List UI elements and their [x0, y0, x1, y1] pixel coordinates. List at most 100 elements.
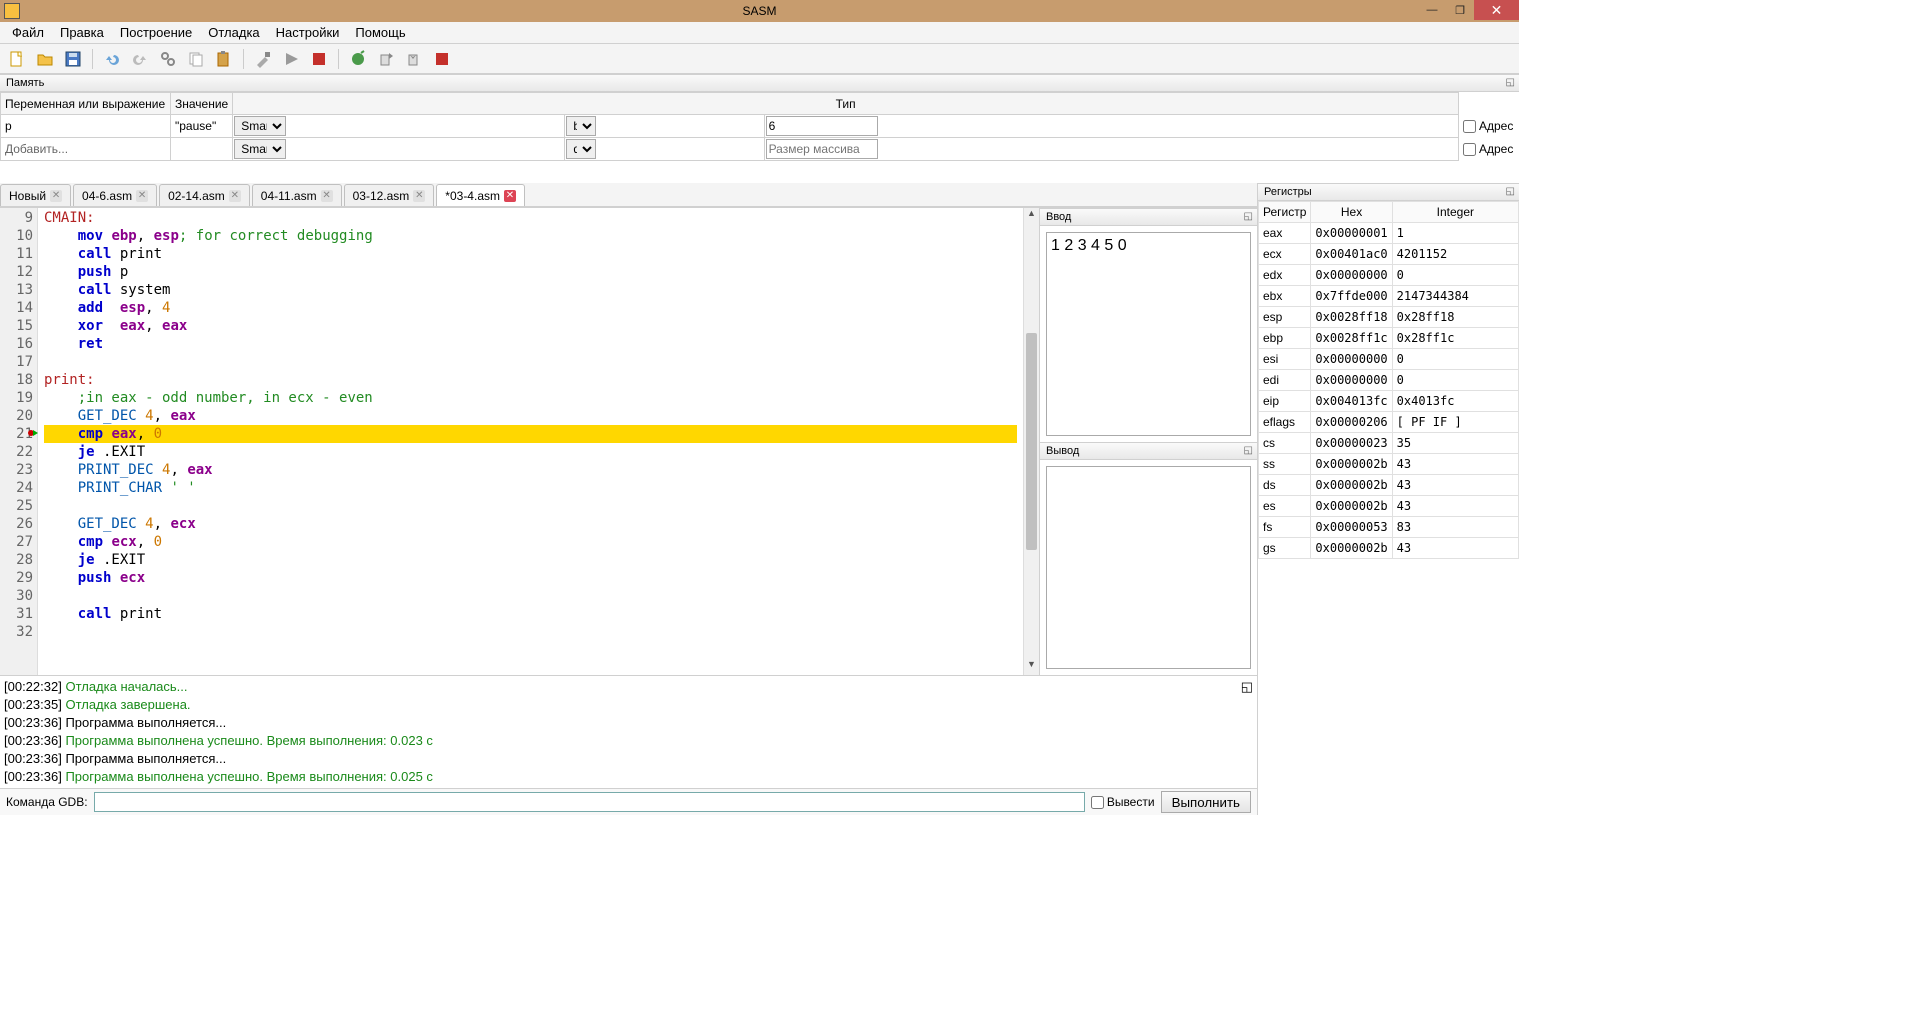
- register-row: esi0x000000000: [1259, 349, 1519, 370]
- register-row: ss0x0000002b43: [1259, 454, 1519, 475]
- mem-num-input[interactable]: [766, 116, 878, 136]
- menu-Настройки[interactable]: Настройки: [268, 23, 348, 42]
- float-icon[interactable]: ◱: [1506, 77, 1515, 88]
- reg-col-int: Integer: [1392, 202, 1518, 223]
- redo-icon[interactable]: [129, 48, 151, 70]
- register-row: edx0x000000000: [1259, 265, 1519, 286]
- float-icon[interactable]: ◱: [1241, 678, 1253, 696]
- register-row: ebp0x0028ff1c0x28ff1c: [1259, 328, 1519, 349]
- mem-smart-select[interactable]: Smart: [234, 116, 286, 136]
- register-row: es0x0000002b43: [1259, 496, 1519, 517]
- tab-04-11.asm[interactable]: 04-11.asm✕: [252, 184, 342, 206]
- build-icon[interactable]: [252, 48, 274, 70]
- register-row: ebx0x7ffde0002147344384: [1259, 286, 1519, 307]
- window-title: SASM: [742, 4, 776, 18]
- run-icon[interactable]: [280, 48, 302, 70]
- log-panel[interactable]: ◱ [00:22:32] Отладка началась...[00:23:3…: [0, 675, 1257, 789]
- line-gutter: 9101112131415161718192021222324252627282…: [0, 208, 38, 675]
- menu-Построение[interactable]: Построение: [112, 23, 200, 42]
- float-icon[interactable]: ◱: [1244, 445, 1253, 456]
- copy-icon[interactable]: [185, 48, 207, 70]
- mem-size-select-2[interactable]: d: [566, 139, 596, 159]
- mem-size-select[interactable]: b: [566, 116, 596, 136]
- breakpoint-marker-icon[interactable]: [28, 425, 38, 435]
- gdb-exec-button[interactable]: Выполнить: [1161, 791, 1251, 813]
- new-file-icon[interactable]: [6, 48, 28, 70]
- vertical-scrollbar[interactable]: ▲ ▼: [1023, 208, 1039, 675]
- editor-tabs: Новый✕04-6.asm✕02-14.asm✕04-11.asm✕03-12…: [0, 183, 1257, 207]
- menu-Помощь[interactable]: Помощь: [347, 23, 413, 42]
- float-icon[interactable]: ◱: [1244, 211, 1253, 222]
- memory-table: Переменная или выражение Значение Тип p …: [0, 92, 1519, 161]
- register-row: eflags0x00000206[ PF IF ]: [1259, 412, 1519, 433]
- input-panel-header: Ввод ◱: [1040, 208, 1257, 226]
- tab-02-14.asm[interactable]: 02-14.asm✕: [159, 184, 250, 206]
- tab-close-icon[interactable]: ✕: [504, 190, 516, 202]
- mem-smart-select-2[interactable]: Smart: [234, 139, 286, 159]
- register-row: eax0x000000011: [1259, 223, 1519, 244]
- toolbar: [0, 44, 1519, 74]
- step-over-icon[interactable]: [375, 48, 397, 70]
- mem-addr-checkbox[interactable]: [1463, 120, 1476, 133]
- mem-var-cell[interactable]: p: [1, 115, 171, 138]
- mem-col-type: Тип: [233, 93, 1459, 115]
- menu-bar: ФайлПравкаПостроениеОтладкаНастройкиПомо…: [0, 22, 1519, 44]
- settings-icon[interactable]: [157, 48, 179, 70]
- minimize-button[interactable]: —: [1418, 0, 1446, 20]
- output-title: Вывод: [1046, 445, 1079, 457]
- memory-panel-header: Память ◱: [0, 74, 1519, 92]
- gdb-bar: Команда GDB: Вывести Выполнить: [0, 789, 1257, 815]
- registers-panel-header: Регистры ◱: [1258, 183, 1519, 201]
- tab-Новый[interactable]: Новый✕: [0, 184, 71, 206]
- log-line: [00:23:36] Программа выполнена успешно. …: [4, 768, 1253, 786]
- tab-03-12.asm[interactable]: 03-12.asm✕: [344, 184, 435, 206]
- mem-add-cell[interactable]: Добавить...: [1, 138, 171, 161]
- debug-icon[interactable]: [347, 48, 369, 70]
- mem-addr-checkbox-2[interactable]: [1463, 143, 1476, 156]
- log-line: [00:23:36] Программа выполняется...: [4, 750, 1253, 768]
- tab-04-6.asm[interactable]: 04-6.asm✕: [73, 184, 157, 206]
- close-button[interactable]: ✕: [1474, 0, 1519, 20]
- code-editor[interactable]: 9101112131415161718192021222324252627282…: [0, 208, 1039, 675]
- step-into-icon[interactable]: [403, 48, 425, 70]
- register-row: ds0x0000002b43: [1259, 475, 1519, 496]
- menu-Отладка[interactable]: Отладка: [200, 23, 267, 42]
- output-panel-header: Вывод ◱: [1040, 442, 1257, 460]
- menu-Файл[interactable]: Файл: [4, 23, 52, 42]
- open-file-icon[interactable]: [34, 48, 56, 70]
- reg-col-reg: Регистр: [1259, 202, 1311, 223]
- tab-close-icon[interactable]: ✕: [321, 190, 333, 202]
- gdb-print-checkbox[interactable]: [1091, 796, 1104, 809]
- mem-placeholder-input[interactable]: [766, 139, 878, 159]
- input-title: Ввод: [1046, 211, 1071, 223]
- gdb-label: Команда GDB:: [6, 795, 88, 809]
- input-textarea[interactable]: 1 2 3 4 5 0: [1046, 232, 1251, 436]
- title-bar: SASM — ❐ ✕: [0, 0, 1519, 22]
- stop-debug-icon[interactable]: [431, 48, 453, 70]
- paste-icon[interactable]: [213, 48, 235, 70]
- reg-col-hex: Hex: [1311, 202, 1392, 223]
- register-row: cs0x0000002335: [1259, 433, 1519, 454]
- tab-close-icon[interactable]: ✕: [50, 190, 62, 202]
- gdb-input[interactable]: [94, 792, 1085, 812]
- code-area[interactable]: CMAIN: mov ebp, esp; for correct debuggi…: [38, 208, 1023, 675]
- tab-close-icon[interactable]: ✕: [413, 190, 425, 202]
- log-line: [00:23:36] Программа выполнена успешно. …: [4, 732, 1253, 750]
- register-row: eip0x004013fc0x4013fc: [1259, 391, 1519, 412]
- mem-col-val: Значение: [171, 93, 233, 115]
- mem-val-cell: "pause": [171, 115, 233, 138]
- register-row: gs0x0000002b43: [1259, 538, 1519, 559]
- tab-close-icon[interactable]: ✕: [229, 190, 241, 202]
- menu-Правка[interactable]: Правка: [52, 23, 112, 42]
- float-icon[interactable]: ◱: [1506, 186, 1515, 197]
- undo-icon[interactable]: [101, 48, 123, 70]
- output-textarea[interactable]: [1046, 466, 1251, 670]
- register-row: edi0x000000000: [1259, 370, 1519, 391]
- stop-icon[interactable]: [308, 48, 330, 70]
- tab-close-icon[interactable]: ✕: [136, 190, 148, 202]
- maximize-button[interactable]: ❐: [1446, 0, 1474, 20]
- app-icon: [4, 3, 20, 19]
- save-file-icon[interactable]: [62, 48, 84, 70]
- register-row: ecx0x00401ac04201152: [1259, 244, 1519, 265]
- tab-*03-4.asm[interactable]: *03-4.asm✕: [436, 184, 525, 206]
